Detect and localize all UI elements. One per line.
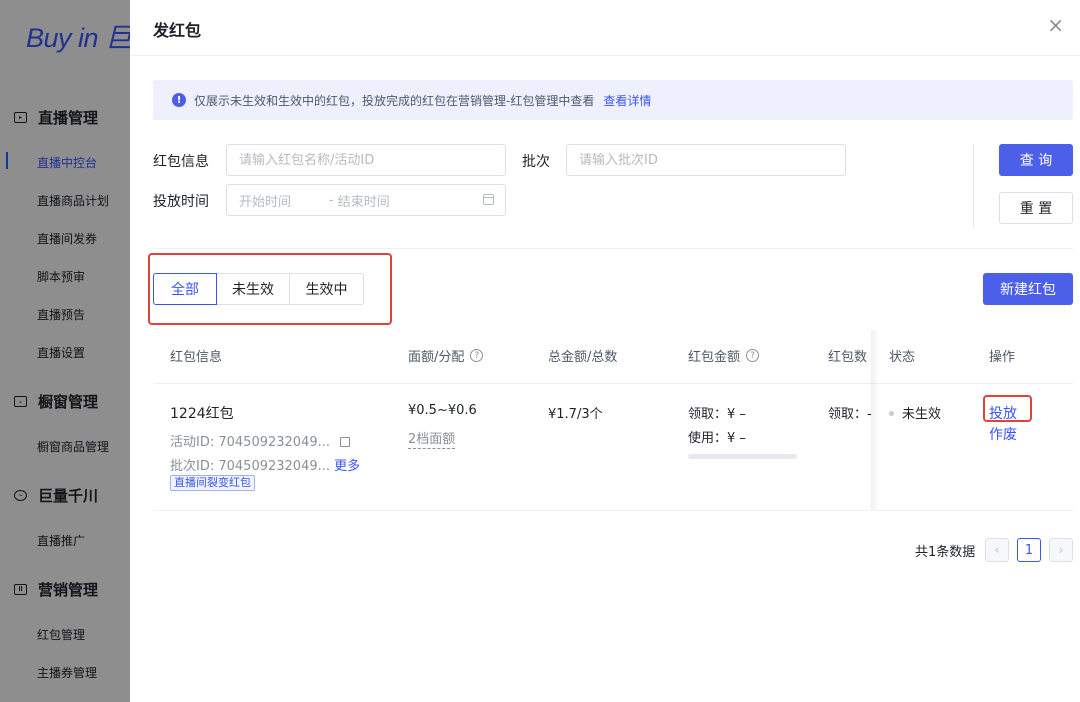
usage-progress-bar <box>688 454 797 459</box>
close-icon[interactable]: × <box>1047 15 1064 35</box>
used-amount: 使用：¥ – <box>688 431 746 446</box>
batch-field[interactable] <box>566 144 846 176</box>
send-redpack-drawer: 发红包 × ! 仅展示未生效和生效中的红包，投放完成的红包在营销管理-红包管理中… <box>130 0 1080 702</box>
filter-divider <box>973 144 974 228</box>
fixed-column-shadow <box>871 330 879 511</box>
redpack-type-tag: 直播间裂变红包 <box>170 475 255 491</box>
status-cell: 未生效 <box>889 403 941 422</box>
drawer-header: 发红包 × <box>130 0 1080 56</box>
help-icon[interactable]: ? <box>746 349 760 362</box>
batch-label: 批次 <box>522 154 550 170</box>
void-action-link[interactable]: 作废 <box>989 424 1017 444</box>
column-header-status: 状态 <box>889 350 916 365</box>
prev-page-button[interactable]: ‹ <box>985 538 1009 562</box>
reset-button[interactable]: 重 置 <box>999 192 1073 224</box>
column-header-label: 红包金额 <box>688 350 741 365</box>
batch-id-text: 批次ID: 704509232049... <box>170 459 331 474</box>
info-notice: ! 仅展示未生效和生效中的红包，投放完成的红包在营销管理-红包管理中查看 查看详… <box>153 80 1073 120</box>
received-amount: 领取：¥ – <box>688 407 746 422</box>
start-time-placeholder[interactable]: 开始时间 <box>239 191 329 210</box>
table-bottom-divider <box>153 510 1073 511</box>
drawer-title: 发红包 <box>153 21 202 40</box>
calendar-icon <box>483 194 494 205</box>
total-amount: ¥1.7/3个 <box>548 407 603 422</box>
redpack-info-label: 红包信息 <box>153 154 209 170</box>
delivery-time-range-picker[interactable]: 开始时间 - 结束时间 <box>226 184 506 216</box>
tiers-count[interactable]: 2档面额 <box>408 428 456 449</box>
batch-input[interactable] <box>579 152 845 168</box>
view-details-link[interactable]: 查看详情 <box>603 92 651 109</box>
section-divider <box>153 248 1073 249</box>
column-header-denomination: 面额/分配 ? <box>408 346 484 365</box>
range-separator: - <box>329 192 334 208</box>
modal-overlay[interactable] <box>0 0 130 702</box>
delivery-time-label: 投放时间 <box>153 194 209 210</box>
copy-icon[interactable] <box>340 437 351 447</box>
page-button-current[interactable]: 1 <box>1017 538 1041 562</box>
redpack-info-input[interactable] <box>239 152 505 168</box>
batch-id: 批次ID: 704509232049... 更多 <box>170 455 360 474</box>
annotation-highlight-deliver <box>983 395 1032 422</box>
column-header-amount: 红包金额 ? <box>688 346 760 365</box>
help-icon[interactable]: ? <box>470 349 484 362</box>
column-header-redpack-info: 红包信息 <box>170 350 223 365</box>
column-header-label: 面额/分配 <box>408 350 465 365</box>
status-text: 未生效 <box>902 407 942 422</box>
received-count: 领取：- <box>828 407 872 422</box>
table-header-divider <box>153 383 1073 384</box>
column-header-count: 红包数 <box>828 350 868 365</box>
denomination-range: ¥0.5~¥0.6 <box>408 403 477 418</box>
column-header-total: 总金额/总数 <box>548 350 618 365</box>
tiers-count-text[interactable]: 2档面额 <box>408 432 456 449</box>
tab-all[interactable]: 全部 <box>153 273 217 305</box>
pagination-total: 共1条数据 <box>915 545 976 560</box>
more-link[interactable]: 更多 <box>334 459 360 474</box>
column-header-actions: 操作 <box>989 350 1016 365</box>
next-page-button[interactable]: › <box>1049 538 1073 562</box>
end-time-placeholder[interactable]: 结束时间 <box>338 191 390 210</box>
redpack-info-field[interactable] <box>226 144 506 176</box>
query-button[interactable]: 查 询 <box>999 144 1073 176</box>
status-dot-icon <box>889 411 894 416</box>
notice-text: 仅展示未生效和生效中的红包，投放完成的红包在营销管理-红包管理中查看 <box>194 93 595 108</box>
activity-id: 活动ID: 704509232049... <box>170 431 351 450</box>
new-redpack-button[interactable]: 新建红包 <box>983 273 1073 305</box>
info-icon: ! <box>172 93 186 107</box>
activity-id-text: 活动ID: 704509232049... <box>170 435 331 450</box>
redpack-name: 1224红包 <box>170 406 234 422</box>
